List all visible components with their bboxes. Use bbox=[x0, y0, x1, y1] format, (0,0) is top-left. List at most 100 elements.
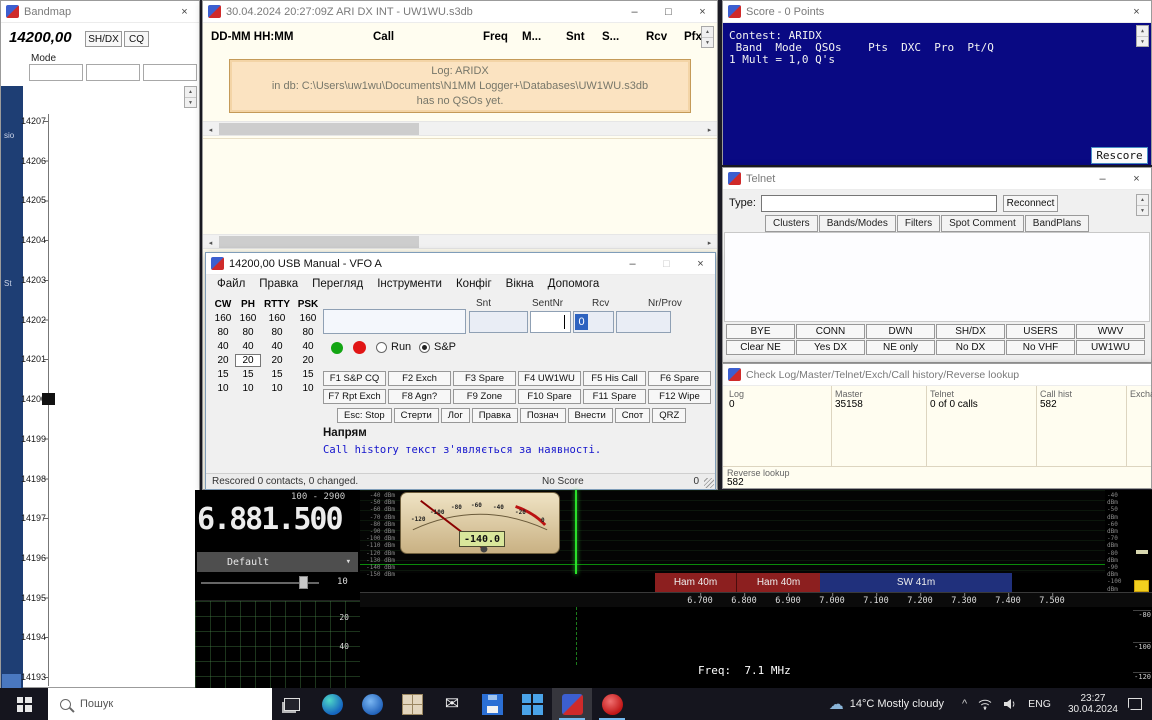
shdx-button[interactable]: SH/DX bbox=[936, 324, 1005, 339]
entry-titlebar[interactable]: 14200,00 USB Manual - VFO A – □ × bbox=[206, 253, 715, 275]
spot-button[interactable]: Спот bbox=[615, 408, 650, 423]
band-cell[interactable]: 80 bbox=[260, 327, 294, 338]
band-cell[interactable]: 160 bbox=[236, 313, 260, 324]
menu-help[interactable]: Допомога bbox=[541, 276, 607, 294]
band-cell[interactable]: 10 bbox=[236, 383, 260, 394]
taskbar-app-mail[interactable]: ✉ bbox=[432, 688, 472, 720]
band-cell[interactable]: 160 bbox=[294, 313, 322, 324]
f2-button[interactable]: F2 Exch bbox=[388, 371, 451, 386]
mode-box[interactable] bbox=[143, 64, 197, 81]
spinner-down-icon[interactable]: ▼ bbox=[1137, 205, 1148, 215]
volume-icon[interactable] bbox=[1003, 698, 1017, 710]
cq-button[interactable]: CQ bbox=[124, 31, 149, 47]
band-cell[interactable]: 40 bbox=[260, 341, 294, 352]
band-block-sw41m[interactable]: SW 41m bbox=[820, 573, 1012, 592]
tray-chevron-icon[interactable]: ^ bbox=[962, 698, 967, 710]
score-titlebar[interactable]: Score - 0 Points × bbox=[723, 1, 1151, 23]
minimize-icon[interactable]: – bbox=[618, 253, 647, 274]
bandmap-spinner[interactable]: ▲ ▼ bbox=[184, 86, 197, 108]
band-cell[interactable]: 10 bbox=[260, 383, 294, 394]
close-icon[interactable]: × bbox=[1122, 168, 1151, 189]
mark-button[interactable]: Познач bbox=[520, 408, 566, 423]
bandmap-titlebar[interactable]: Bandmap × bbox=[1, 1, 199, 23]
level-slider-thumb[interactable] bbox=[1134, 580, 1149, 592]
band-cell[interactable]: 40 bbox=[294, 341, 322, 352]
waterfall-area[interactable]: Freq: 7.1 MHz bbox=[360, 607, 1152, 688]
band-cell[interactable]: 10 bbox=[294, 383, 322, 394]
spinner-down-icon[interactable]: ▼ bbox=[185, 97, 196, 107]
store-button[interactable]: Внести bbox=[568, 408, 613, 423]
run-radio-label[interactable]: Run bbox=[391, 341, 411, 353]
no-vhf-button[interactable]: No VHF bbox=[1006, 340, 1075, 355]
log-h-scrollbar-2[interactable]: ◂ ▸ bbox=[203, 234, 717, 249]
telnet-titlebar[interactable]: Telnet – × bbox=[723, 168, 1151, 190]
frequency-scale[interactable]: 6.700 6.800 6.900 7.000 7.100 7.200 7.30… bbox=[360, 592, 1152, 607]
close-icon[interactable]: × bbox=[1122, 1, 1151, 22]
dwn-button[interactable]: DWN bbox=[866, 324, 935, 339]
uw1wu-button[interactable]: UW1WU bbox=[1076, 340, 1145, 355]
scroll-left-icon[interactable]: ◂ bbox=[203, 122, 218, 137]
snt-field[interactable] bbox=[469, 311, 528, 333]
check-titlebar[interactable]: Check Log/Master/Telnet/Exch/Call histor… bbox=[723, 364, 1151, 386]
wipe-button[interactable]: Стерти bbox=[394, 408, 439, 423]
mode-box[interactable] bbox=[86, 64, 140, 81]
band-cell[interactable]: 160 bbox=[260, 313, 294, 324]
wwv-button[interactable]: WWV bbox=[1076, 324, 1145, 339]
band-cell-selected[interactable]: 20 bbox=[236, 355, 260, 366]
taskbar-app-edge[interactable] bbox=[312, 688, 352, 720]
callsign-input[interactable] bbox=[323, 309, 466, 334]
mode-box[interactable] bbox=[29, 64, 83, 81]
yes-dx-button[interactable]: Yes DX bbox=[796, 340, 865, 355]
band-cell[interactable]: 40 bbox=[210, 341, 236, 352]
run-radio[interactable] bbox=[376, 342, 387, 353]
scroll-right-icon[interactable]: ▸ bbox=[702, 235, 717, 250]
band-cell[interactable]: 15 bbox=[210, 369, 236, 380]
taskbar-clock[interactable]: 23:27 30.04.2024 bbox=[1060, 693, 1126, 716]
score-spinner[interactable]: ▲ ▼ bbox=[1136, 25, 1149, 47]
f4-button[interactable]: F4 UW1WU bbox=[518, 371, 581, 386]
taskbar-search[interactable]: Пошук bbox=[48, 688, 272, 720]
band-cell[interactable]: 15 bbox=[260, 369, 294, 380]
f9-button[interactable]: F9 Zone bbox=[453, 389, 516, 404]
f8-button[interactable]: F8 Agn? bbox=[388, 389, 451, 404]
band-cell[interactable]: 80 bbox=[294, 327, 322, 338]
taskbar-app-grid[interactable] bbox=[512, 688, 552, 720]
f5-button[interactable]: F5 His Call bbox=[583, 371, 646, 386]
notification-center-icon[interactable] bbox=[1128, 698, 1142, 710]
spinner-down-icon[interactable]: ▼ bbox=[702, 37, 713, 47]
band-cell[interactable]: 20 bbox=[210, 355, 236, 366]
close-icon[interactable]: × bbox=[688, 1, 717, 22]
menu-windows[interactable]: Вікна bbox=[499, 276, 541, 294]
scroll-right-icon[interactable]: ▸ bbox=[702, 122, 717, 137]
menu-tools[interactable]: Інструменти bbox=[370, 276, 449, 294]
rcv-field[interactable]: 0 bbox=[573, 311, 614, 333]
menu-file[interactable]: Файл bbox=[210, 276, 252, 294]
clear-ne-button[interactable]: Clear NE bbox=[726, 340, 795, 355]
tab-spot-comment[interactable]: Spot Comment bbox=[941, 215, 1024, 232]
nrprov-field[interactable] bbox=[616, 311, 671, 333]
spinner-up-icon[interactable]: ▲ bbox=[702, 27, 713, 37]
log-h-scrollbar[interactable]: ◂ ▸ bbox=[203, 121, 717, 136]
f7-button[interactable]: F7 Rpt Exch bbox=[323, 389, 386, 404]
f1-button[interactable]: F1 S&P CQ bbox=[323, 371, 386, 386]
close-icon[interactable]: × bbox=[686, 253, 715, 274]
ne-only-button[interactable]: NE only bbox=[866, 340, 935, 355]
spinner-up-icon[interactable]: ▲ bbox=[185, 87, 196, 97]
band-block-ham40m[interactable]: Ham 40m bbox=[737, 573, 820, 592]
band-cell[interactable]: 20 bbox=[260, 355, 294, 366]
telnet-spinner[interactable]: ▲ ▼ bbox=[1136, 194, 1149, 216]
tab-clusters[interactable]: Clusters bbox=[765, 215, 818, 232]
tuning-marker[interactable] bbox=[575, 490, 577, 574]
taskbar-app-save[interactable] bbox=[472, 688, 512, 720]
conn-button[interactable]: CONN bbox=[796, 324, 865, 339]
band-cell[interactable]: 160 bbox=[210, 313, 236, 324]
rescore-button[interactable]: Rescore bbox=[1091, 147, 1148, 164]
taskbar-app-browser[interactable] bbox=[352, 688, 392, 720]
telnet-output-area[interactable] bbox=[724, 232, 1150, 322]
band-cell[interactable]: 40 bbox=[236, 341, 260, 352]
users-button[interactable]: USERS bbox=[1006, 324, 1075, 339]
no-dx-button[interactable]: No DX bbox=[936, 340, 1005, 355]
band-cell[interactable]: 15 bbox=[236, 369, 260, 380]
language-indicator[interactable]: ENG bbox=[1028, 698, 1051, 710]
tab-filters[interactable]: Filters bbox=[897, 215, 940, 232]
